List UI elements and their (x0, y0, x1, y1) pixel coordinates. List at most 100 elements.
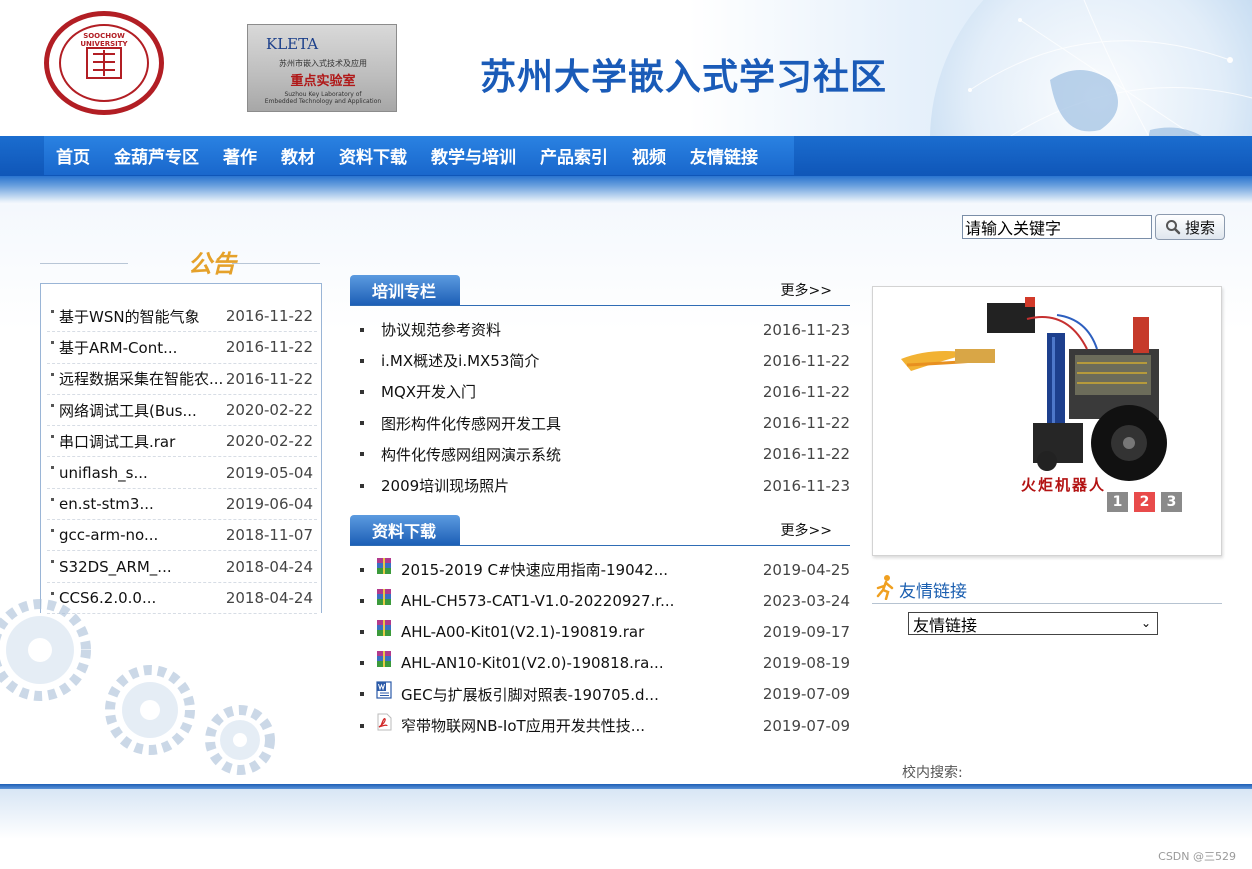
kleta-line1: 苏州市嵌入式技术及应用 (279, 59, 367, 68)
download-item-date: 2019-08-19 (762, 654, 850, 673)
nav-item-links[interactable]: 友情链接 (678, 143, 770, 168)
notice-item[interactable]: 基于WSN的智能气象 2016-11-22 (47, 301, 317, 333)
kleta-line3b: Embedded Technology and Application (264, 98, 382, 105)
training-item[interactable]: 2009培训现场照片 2016-11-23 (350, 470, 850, 501)
notice-item[interactable]: 基于ARM-Cont... 2016-11-22 (47, 332, 317, 364)
nav-item-works[interactable]: 著作 (211, 143, 269, 168)
notice-item-date: 2016-11-22 (225, 307, 313, 326)
notice-header-rule-right (232, 263, 320, 264)
download-item-title[interactable]: 2015-2019 C#快速应用指南-19042... (401, 559, 668, 580)
training-item[interactable]: i.MX概述及i.MX53简介 2016-11-22 (350, 345, 850, 376)
notice-item[interactable]: gcc-arm-no... 2018-11-07 (47, 520, 317, 552)
training-item-title[interactable]: 构件化传感网组网演示系统 (381, 444, 561, 465)
notice-item-title[interactable]: en.st-stm3... (59, 495, 229, 513)
notice-item[interactable]: uniflash_s... 2019-05-04 (47, 457, 317, 489)
nav-item-products[interactable]: 产品索引 (528, 143, 620, 168)
notice-item-date: 2018-11-07 (225, 526, 313, 545)
downloads-section-tab[interactable]: 资料下载 (350, 515, 460, 545)
bullet (360, 692, 364, 697)
bullet (360, 661, 364, 666)
nav-item-home[interactable]: 首页 (44, 143, 102, 168)
kleta-line2: 重点实验室 (290, 74, 356, 89)
globe-network-decoration (968, 0, 1252, 136)
chevron-down-icon: ⌄ (1140, 616, 1151, 630)
notice-item[interactable]: S32DS_ARM_... 2018-04-24 (47, 551, 317, 583)
download-item[interactable]: AHL-AN10-Kit01(V2.0)-190818.ra... 2019-08… (350, 648, 850, 679)
notice-item-title[interactable]: uniflash_s... (59, 464, 229, 482)
training-item-title[interactable]: 图形构件化传感网开发工具 (381, 413, 561, 434)
training-item-date: 2016-11-23 (762, 476, 850, 495)
seal-text: SOOCHOW UNIVERSITY (80, 32, 128, 48)
search-button[interactable]: 搜索 (1155, 214, 1225, 240)
image-slider[interactable]: 火炬机器人 1 2 3 (872, 286, 1222, 556)
notice-item-title[interactable]: 串口调试工具.rar (59, 431, 229, 452)
search-input[interactable] (962, 215, 1152, 239)
bullet (51, 403, 54, 407)
training-section-header: 培训专栏 更多>> (350, 274, 850, 306)
downloads-section-header: 资料下载 更多>> (350, 514, 850, 546)
bullet (360, 452, 364, 457)
download-item-title[interactable]: AHL-A00-Kit01(V2.1)-190819.rar (401, 623, 644, 641)
notice-item-title[interactable]: gcc-arm-no... (59, 526, 229, 544)
links-select[interactable]: 友情链接 ⌄ (908, 612, 1158, 635)
nav-item-golden-gourd[interactable]: 金葫芦专区 (102, 143, 211, 168)
notice-item[interactable]: en.st-stm3... 2019-06-04 (47, 489, 317, 521)
training-item-title[interactable]: MQX开发入门 (381, 381, 476, 402)
notice-item-title[interactable]: 基于ARM-Cont... (59, 337, 229, 358)
download-item-title[interactable]: AHL-AN10-Kit01(V2.0)-190818.ra... (401, 654, 664, 672)
training-item[interactable]: MQX开发入门 2016-11-22 (350, 376, 850, 407)
notice-item-title[interactable]: S32DS_ARM_... (59, 558, 229, 576)
download-item[interactable]: 2015-2019 C#快速应用指南-19042... 2019-04-25 (350, 554, 850, 585)
bullet (360, 327, 364, 332)
bullet (360, 598, 364, 603)
rar-archive-icon (377, 588, 391, 605)
notice-item-date: 2020-02-22 (225, 432, 313, 451)
slider-page-1[interactable]: 1 (1107, 492, 1128, 512)
download-item-title[interactable]: GEC与扩展板引脚对照表-190705.d... (401, 684, 659, 705)
site-search-label: 校内搜索: (902, 765, 963, 781)
slider-page-2[interactable]: 2 (1134, 492, 1155, 512)
download-item-title[interactable]: AHL-CH573-CAT1-V1.0-20220927.r... (401, 592, 674, 610)
training-section-tab[interactable]: 培训专栏 (350, 275, 460, 305)
training-item[interactable]: 协议规范参考资料 2016-11-23 (350, 314, 850, 345)
kleta-line3a: Suzhou Key Laboratory of (284, 91, 362, 98)
nav-band-fade (0, 176, 1252, 204)
notice-item-title[interactable]: 基于WSN的智能气象 (59, 306, 229, 327)
notice-item-date: 2018-04-24 (225, 557, 313, 576)
links-title: 友情链接 (899, 582, 967, 602)
notice-item-title[interactable]: 网络调试工具(Bus... (59, 400, 229, 421)
downloads-more-link[interactable]: 更多>> (781, 520, 832, 540)
nav-item-downloads[interactable]: 资料下载 (327, 143, 419, 168)
slider-pager: 1 2 3 (1107, 492, 1182, 512)
notice-item[interactable]: 网络调试工具(Bus... 2020-02-22 (47, 395, 317, 427)
seal-monogram-icon (86, 47, 122, 79)
bullet (51, 435, 54, 439)
slider-caption: 火炬机器人 (1021, 476, 1107, 494)
rar-archive-icon (377, 619, 391, 636)
training-item-title[interactable]: 协议规范参考资料 (381, 319, 501, 340)
notice-item[interactable]: 远程数据采集在智能农... 2016-11-22 (47, 364, 317, 395)
notice-item-title[interactable]: 远程数据采集在智能农... (59, 368, 229, 389)
download-item[interactable]: AHL-A00-Kit01(V2.1)-190819.rar 2019-09-17 (350, 616, 850, 647)
download-item[interactable]: AHL-CH573-CAT1-V1.0-20220927.r... 2023-03… (350, 585, 850, 616)
notice-item[interactable]: 串口调试工具.rar 2020-02-22 (47, 426, 317, 458)
training-more-link[interactable]: 更多>> (781, 280, 832, 300)
training-item-title[interactable]: 2009培训现场照片 (381, 475, 509, 496)
robot-photo[interactable] (897, 293, 1187, 503)
bullet (360, 483, 364, 488)
nav-item-videos[interactable]: 视频 (620, 143, 678, 168)
nav-item-teaching[interactable]: 教学与培训 (419, 143, 528, 168)
download-item[interactable]: GEC与扩展板引脚对照表-190705.d... 2019-07-09 (350, 679, 850, 710)
slider-page-3[interactable]: 3 (1161, 492, 1182, 512)
training-item-title[interactable]: i.MX概述及i.MX53简介 (381, 350, 539, 371)
bullet (360, 358, 364, 363)
bullet (360, 629, 364, 634)
download-item-title[interactable]: 窄带物联网NB-IoT应用开发共性技... (401, 715, 645, 736)
download-item-date: 2019-04-25 (762, 560, 850, 579)
training-item[interactable]: 图形构件化传感网开发工具 2016-11-22 (350, 408, 850, 439)
download-item[interactable]: 窄带物联网NB-IoT应用开发共性技... 2019-07-09 (350, 710, 850, 741)
training-item[interactable]: 构件化传感网组网演示系统 2016-11-22 (350, 439, 850, 470)
nav-item-textbooks[interactable]: 教材 (269, 143, 327, 168)
links-section-header: 友情链接 (872, 574, 1222, 604)
download-item-date: 2019-07-09 (762, 685, 850, 704)
